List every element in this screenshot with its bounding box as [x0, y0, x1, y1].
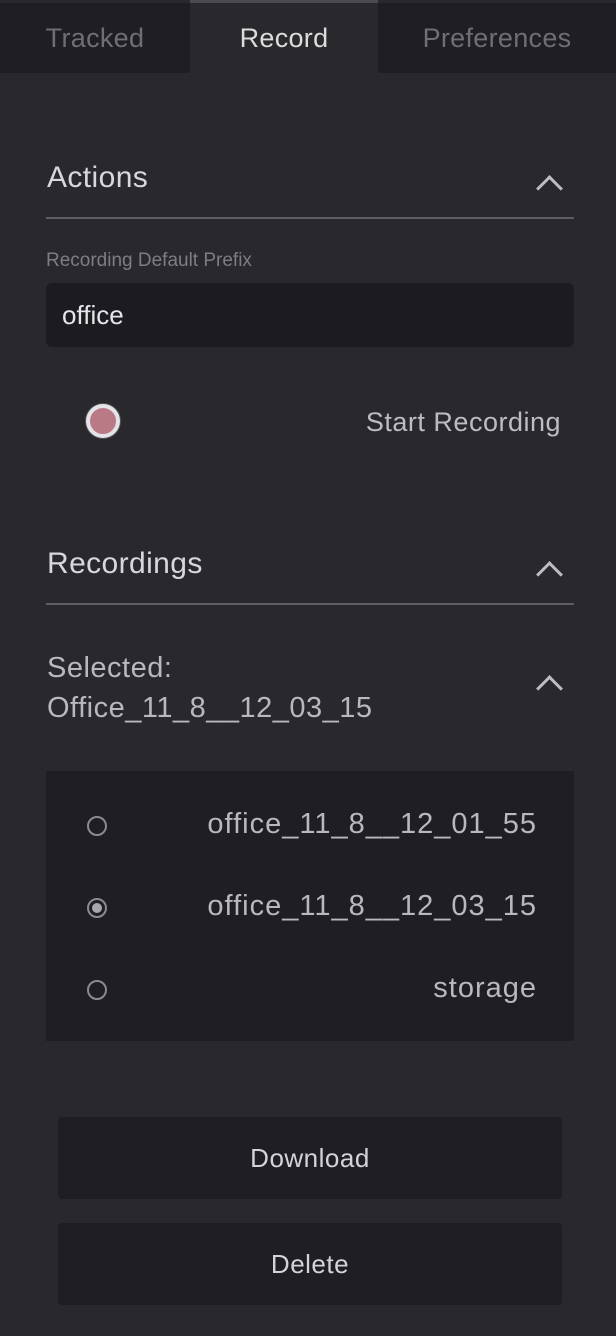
actions-section-header[interactable]: Actions: [46, 149, 574, 219]
radio-button[interactable]: [87, 898, 107, 918]
download-button[interactable]: Download: [58, 1117, 562, 1199]
recording-label: office_11_8__12_03_15: [207, 890, 537, 922]
delete-button[interactable]: Delete: [58, 1223, 562, 1305]
prefix-input[interactable]: [46, 283, 574, 347]
chevron-up-icon[interactable]: [536, 175, 563, 202]
list-item[interactable]: storage: [46, 946, 574, 1028]
recording-label: storage: [433, 972, 537, 1004]
tab-bar: Tracked Record Preferences: [0, 0, 616, 73]
recordings-section-header[interactable]: Recordings: [46, 535, 574, 605]
recordings-list: office_11_8__12_01_55 office_11_8__12_03…: [46, 771, 574, 1041]
selected-name: Office_11_8__12_03_15: [47, 692, 373, 724]
record-dot-icon[interactable]: [86, 404, 120, 438]
list-item[interactable]: office_11_8__12_01_55: [46, 782, 574, 864]
list-item[interactable]: office_11_8__12_03_15: [46, 864, 574, 946]
selected-prefix: Selected:: [47, 652, 173, 684]
prefix-label: Recording Default Prefix: [46, 250, 252, 271]
radio-button[interactable]: [87, 980, 107, 1000]
tab-record[interactable]: Record: [190, 0, 378, 73]
selected-recording: Selected: Office_11_8__12_03_15: [47, 648, 373, 728]
chevron-up-icon[interactable]: [536, 561, 563, 588]
tab-tracked[interactable]: Tracked: [0, 0, 190, 73]
chevron-up-icon[interactable]: [536, 675, 563, 702]
tab-preferences[interactable]: Preferences: [378, 0, 616, 73]
recordings-title: Recordings: [47, 547, 203, 580]
start-recording-label[interactable]: Start Recording: [366, 407, 561, 438]
actions-title: Actions: [47, 161, 149, 194]
radio-button[interactable]: [87, 816, 107, 836]
recording-label: office_11_8__12_01_55: [207, 808, 537, 840]
